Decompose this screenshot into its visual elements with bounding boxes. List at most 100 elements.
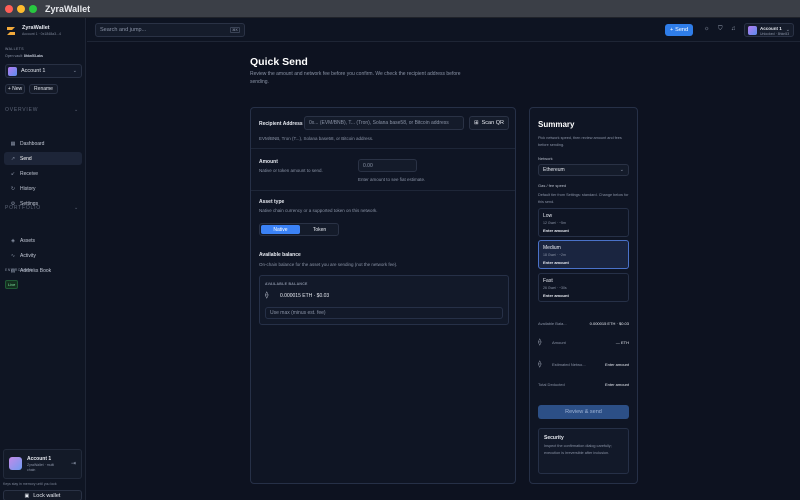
network-select[interactable]: Ethereum ⌄ [538,164,629,176]
top-send-button[interactable]: + Send [665,24,693,36]
fee-tier-medium[interactable]: Medium 18 Gwei · ~2m Enter amount [538,240,629,269]
lock-wallet-label: Lock wallet [33,492,61,499]
top-account-menu[interactable]: Account 1 Unlocked · 8hkn53 ⌄ [744,23,794,37]
summary-available-row: Available Bala... 0.000015 ETH · $0.03 [538,321,629,326]
nav-receive-label: Receive [20,170,39,177]
search-shortcut: ⌘K [230,27,240,33]
activity-icon: ∿ [10,252,16,259]
amount-input[interactable]: 0.00 [358,159,417,172]
environment-label: ENVIRONMENT [5,268,36,272]
user-sub: ZyraWallet · multi chain [27,463,55,472]
wallets-label: WALLETS [5,47,25,51]
recipient-label: Recipient Address [259,121,303,127]
asset-type-toggle: Native Token [259,223,339,236]
grid-icon: ▦ [10,140,16,147]
fee-tier-low[interactable]: Low 12 Gwei · ~5m Enter amount [538,208,629,237]
summary-panel: Summary Pick network speed, then review … [529,107,638,484]
scan-qr-label: Scan QR [481,120,504,126]
send-form-card: Recipient Address 0x... (EVM/BNB), T... … [250,107,516,484]
amount-help: Native or token amount to send. [259,168,323,173]
brand: ZyraWallet Account 1 · 0x1848a3...4 [6,25,61,36]
tier-amount: Enter amount [543,293,569,298]
sidebar: ZyraWallet Account 1 · 0x1848a3...4 WALL… [0,18,86,500]
overview-collapse-icon[interactable]: ⌄ [74,107,79,113]
search-placeholder: Search and jump... [100,27,147,33]
available-value: 0.000015 ETH · $0.03 [589,321,629,326]
top-bar: Search and jump... ⌘K + Send ☼ ⛉ ♫ Accoun… [87,18,800,42]
page-title: Quick Send [250,56,308,68]
nav-activity-label: Activity [20,252,36,259]
account-selector-label: Account 1 [21,68,46,74]
ethereum-icon: ⟠ [538,339,542,346]
window-title: ZyraWallet [45,3,91,14]
user-card[interactable]: Account 1 ZyraWallet · multi chain ⇥ [3,449,82,479]
shield-icon[interactable]: ⛉ [718,26,723,33]
wallet-open-line: Open vault: 8hkn53-aks [5,54,43,58]
network-value: Ethereum [543,167,565,173]
minimize-window-button[interactable] [17,4,25,13]
use-max-button[interactable]: Use max (minus est. fee) [265,307,503,319]
tier-amount: Enter amount [543,228,569,233]
top-send-label: Send [675,27,689,33]
account-selector[interactable]: Account 1 ⌄ [5,64,82,78]
zoom-window-button[interactable] [29,4,37,13]
new-account-button[interactable]: + New [5,84,25,94]
available-label: Available Bala... [538,321,567,326]
recipient-help: EVM/BNB, Tron (T...), Solana base58, or … [259,136,374,141]
summary-amount-row: ⟠ Amount — ETH [538,339,629,346]
review-send-button[interactable]: Review & send [538,405,629,419]
fee-speed-label: Gas / fee speed [538,183,567,188]
bell-icon[interactable]: ♫ [731,26,736,32]
scan-qr-button[interactable]: ⊞ Scan QR [469,116,509,130]
security-text: Inspect the confirmation dialog carefull… [544,444,612,455]
history-icon: ↻ [10,185,16,192]
window-titlebar: ZyraWallet [0,0,800,18]
overview-label: OVERVIEW [5,107,39,113]
fee-speed-help: Default tier from Settings: standard. Ch… [538,193,629,204]
asset-token-option[interactable]: Token [300,225,339,234]
balance-help: On-chain balance for the asset you are s… [259,262,398,267]
page-lead: Review the amount and network fee before… [250,71,461,85]
portfolio-label: PORTFOLIO [5,205,42,211]
est-fee-label: Estimated Netwo... [552,362,586,367]
theme-icon[interactable]: ☼ [704,26,710,32]
nav-send-label: Send [20,155,32,162]
chevron-down-icon: ⌄ [72,68,77,74]
balance-box: AVAILABLE BALANCE ⟠ 0.000015 ETH · $0.03… [259,275,509,325]
sign-out-icon[interactable]: ⇥ [71,460,76,467]
summary-fee-row: ⟠ Estimated Netwo... Enter amount [538,361,629,368]
ethereum-icon: ⟠ [538,361,542,368]
nav-send[interactable]: ↗ Send [4,152,82,165]
fee-tier-fast[interactable]: Fast 26 Gwei · ~30s Enter amount [538,273,629,302]
close-window-button[interactable] [5,4,13,13]
keys-note: Keys stay in memory until you lock [3,482,57,486]
amount-note: Enter amount to see fiat estimate. [358,177,426,182]
chevron-down-icon: ⌄ [619,167,624,173]
divider [251,148,515,149]
nav-dashboard[interactable]: ▦ Dashboard [4,137,82,150]
summary-lead: Pick network speed, then review amount a… [538,136,622,147]
nav-assets[interactable]: ◈ Assets [4,234,82,247]
nav-assets-label: Assets [20,237,36,244]
summary-title: Summary [538,120,575,129]
search-input[interactable]: Search and jump... ⌘K [95,23,245,37]
nav-history[interactable]: ↻ History [4,182,82,195]
asset-native-option[interactable]: Native [261,225,300,234]
portfolio-collapse-icon[interactable]: ⌄ [74,205,79,211]
user-avatar [9,457,22,470]
amount-label: Amount [259,159,278,165]
environment-badge: Live [5,280,19,289]
balance-box-header: AVAILABLE BALANCE [265,282,308,286]
nav-receive[interactable]: ↙ Receive [4,167,82,180]
asset-type-help: Native chain currency or a supported tok… [259,208,378,213]
account-avatar [8,66,17,76]
nav-activity[interactable]: ∿ Activity [4,249,82,262]
divider [251,190,515,191]
security-note: Security Inspect the confirmation dialog… [538,428,629,474]
wallet-open-name: 8hkn53-aks [23,54,43,58]
lock-wallet-button[interactable]: ▣ Lock wallet [3,490,82,500]
recipient-input[interactable]: 0x... (EVM/BNB), T... (Tron), Solana bas… [304,116,464,130]
top-account-avatar [748,26,757,35]
rename-account-button[interactable]: Rename [29,84,58,94]
total-value: Enter amount [604,382,629,387]
